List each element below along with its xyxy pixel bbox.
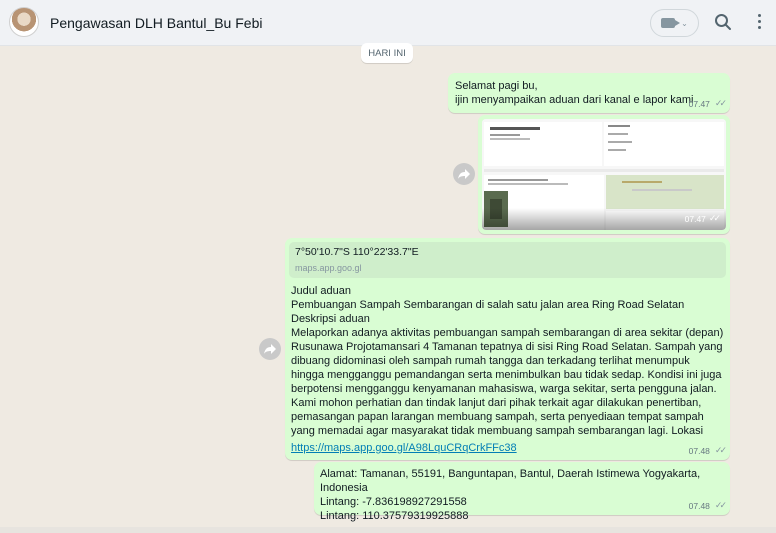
message-bubble[interactable]: 07.47 ✓✓ — [478, 115, 730, 234]
video-call-button[interactable]: ⌄ — [650, 9, 699, 37]
message-bubble[interactable]: Selamat pagi bu, ijin menyampaikan aduan… — [448, 73, 730, 113]
message-meta: 07.48 ✓✓ — [688, 445, 727, 456]
message-time: 07.47 — [684, 213, 706, 224]
message-time: 07.48 — [688, 500, 710, 511]
video-camera-icon — [661, 18, 681, 28]
location-url: maps.app.goo.gl — [295, 263, 362, 273]
message-bubble[interactable]: Alamat: Tamanan, 55191, Banguntapan, Ban… — [314, 462, 730, 522]
double-check-icon: ✓✓ — [714, 445, 727, 455]
forward-icon[interactable] — [259, 338, 281, 360]
maps-link[interactable]: https://maps.app.goo.gl/A98LquCRqCrkFFc3… — [291, 442, 517, 454]
chevron-down-icon: ⌄ — [681, 18, 688, 28]
search-icon[interactable] — [714, 13, 732, 31]
message-text: Alamat: Tamanan, 55191, Banguntapan, Ban… — [320, 468, 701, 522]
chat-header: Pengawasan DLH Bantul_Bu Febi ⌄ — [0, 0, 776, 46]
image-meta: 07.47 ✓✓ — [684, 213, 721, 224]
message-text: Selamat pagi bu, ijin menyampaikan aduan… — [455, 80, 694, 106]
double-check-icon: ✓✓ — [708, 213, 721, 223]
message-text: Judul aduan Pembuangan Sampah Sembaranga… — [291, 285, 724, 437]
location-title: 7°50'10.7"S 110°22'33.7"E — [295, 246, 419, 258]
double-check-icon: ✓✓ — [714, 98, 727, 108]
avatar[interactable] — [9, 7, 39, 37]
message-time: 07.47 — [688, 98, 710, 109]
double-check-icon: ✓✓ — [714, 500, 727, 510]
message-time: 07.48 — [688, 445, 710, 456]
report-screenshot-image[interactable]: 07.47 ✓✓ — [482, 119, 726, 230]
message-meta: 07.48 ✓✓ — [688, 500, 727, 511]
chat-title[interactable]: Pengawasan DLH Bantul_Bu Febi — [50, 15, 262, 31]
location-preview[interactable]: 7°50'10.7"S 110°22'33.7"E maps.app.goo.g… — [289, 242, 726, 278]
menu-icon[interactable] — [752, 14, 766, 32]
message-bubble[interactable]: 7°50'10.7"S 110°22'33.7"E maps.app.goo.g… — [285, 238, 730, 460]
composer-edge — [0, 527, 776, 533]
day-badge: HARI INI — [361, 43, 413, 63]
forward-icon[interactable] — [453, 163, 475, 185]
message-meta: 07.47 ✓✓ — [688, 98, 727, 109]
